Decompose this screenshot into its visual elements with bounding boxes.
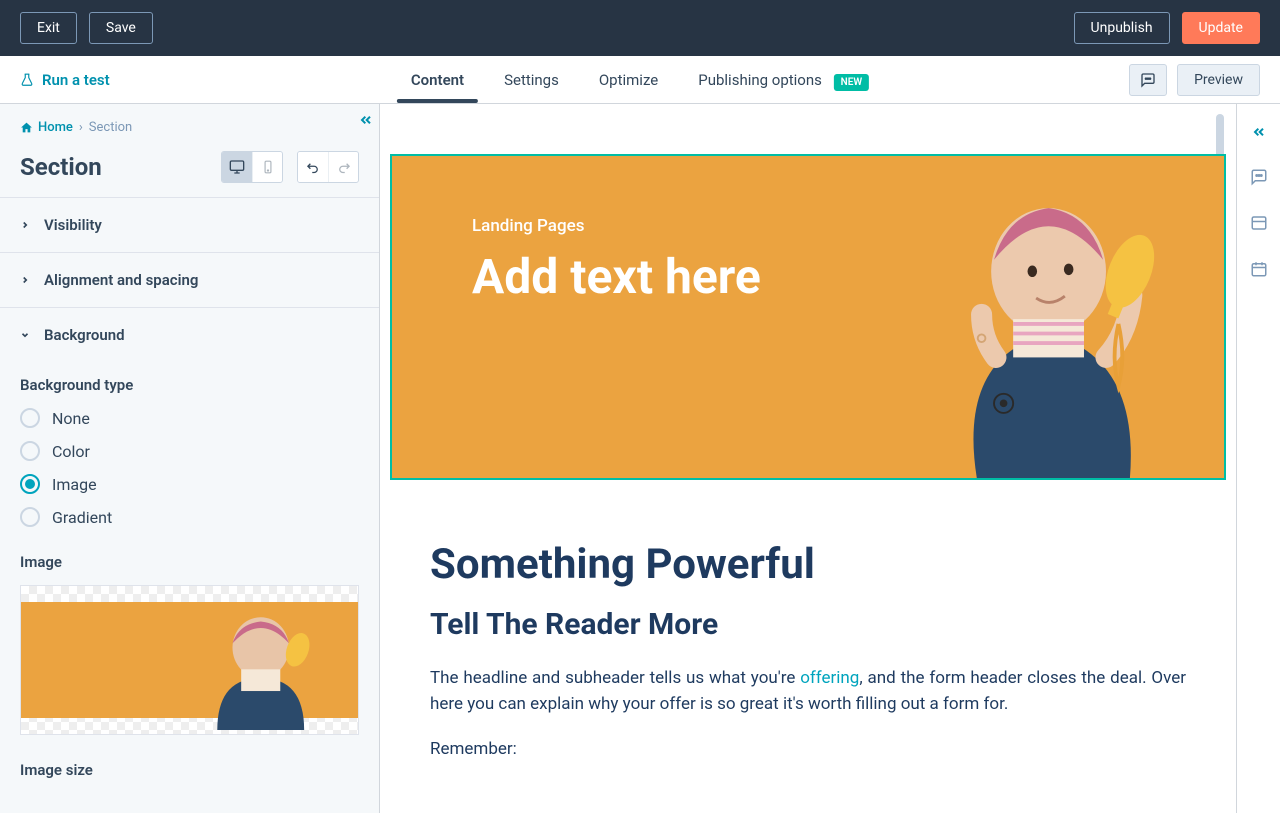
image-size-label: Image size <box>20 761 359 779</box>
para-text-a: The headline and subheader tells us what… <box>430 668 800 688</box>
radio-none[interactable]: None <box>20 408 359 428</box>
hero-section[interactable]: Landing Pages Add text here <box>390 154 1226 480</box>
background-panel: Background type None Color Image Gradien… <box>0 362 379 807</box>
comment-icon <box>1140 72 1156 88</box>
mobile-icon <box>261 160 275 174</box>
right-rail <box>1236 104 1280 813</box>
flask-icon <box>20 73 34 87</box>
hero-person-image <box>884 166 1194 478</box>
redo-button[interactable] <box>328 152 358 182</box>
accordion-alignment[interactable]: Alignment and spacing <box>0 253 379 308</box>
collapse-sidebar-button[interactable] <box>358 112 374 132</box>
undo-button[interactable] <box>298 152 328 182</box>
chevron-right-icon <box>20 220 30 230</box>
calendar-icon <box>1250 260 1268 278</box>
accordion-background[interactable]: Background <box>0 308 379 362</box>
main-area: Home › Section Section <box>0 104 1280 813</box>
run-test-link[interactable]: Run a test <box>20 71 110 89</box>
content-block[interactable]: Something Powerful Tell The Reader More … <box>380 480 1236 813</box>
tab-publishing[interactable]: Publishing options NEW <box>698 58 869 102</box>
undo-redo-group <box>297 151 359 183</box>
main-tabs: Content Settings Optimize Publishing opt… <box>411 58 869 102</box>
radio-none-label: None <box>52 409 90 428</box>
accordion-alignment-label: Alignment and spacing <box>44 271 198 289</box>
breadcrumb-home-label: Home <box>38 120 73 135</box>
image-preview[interactable] <box>20 585 359 735</box>
breadcrumb: Home › Section <box>0 104 379 151</box>
top-bar: Exit Save Unpublish Update <box>0 0 1280 56</box>
run-test-label: Run a test <box>42 71 110 89</box>
comment-icon <box>1250 168 1268 186</box>
home-icon <box>20 121 33 134</box>
desktop-icon <box>229 159 245 175</box>
section-title: Section <box>20 153 102 181</box>
undo-icon <box>306 160 321 175</box>
radio-gradient-label: Gradient <box>52 508 112 527</box>
bg-type-label: Background type <box>20 376 359 394</box>
offering-link[interactable]: offering <box>800 668 859 688</box>
tab-publishing-label: Publishing options <box>698 71 822 89</box>
tab-content[interactable]: Content <box>411 58 464 102</box>
radio-color[interactable]: Color <box>20 441 359 461</box>
content-h3[interactable]: Tell The Reader More <box>430 607 1186 642</box>
redo-icon <box>336 160 351 175</box>
save-button[interactable]: Save <box>89 12 153 44</box>
accordion-background-label: Background <box>44 326 125 344</box>
radio-color-label: Color <box>52 442 90 461</box>
desktop-toggle[interactable] <box>222 152 252 182</box>
canvas[interactable]: Landing Pages Add text here <box>380 104 1236 813</box>
preview-button[interactable]: Preview <box>1177 64 1260 96</box>
radio-image[interactable]: Image <box>20 474 359 494</box>
person-thumbnail-icon <box>163 602 358 730</box>
update-button[interactable]: Update <box>1182 12 1260 44</box>
device-toggle <box>221 151 283 183</box>
breadcrumb-current: Section <box>89 120 132 135</box>
radio-gradient[interactable]: Gradient <box>20 507 359 527</box>
accordion-visibility[interactable]: Visibility <box>0 198 379 253</box>
layout-icon <box>1250 214 1268 232</box>
chevron-double-left-icon <box>358 112 374 128</box>
chevron-right-icon <box>20 275 30 285</box>
sub-bar: Run a test Content Settings Optimize Pub… <box>0 56 1280 104</box>
rail-layout-button[interactable] <box>1250 214 1268 236</box>
content-remember[interactable]: Remember: <box>430 737 1186 763</box>
radio-image-label: Image <box>52 475 97 494</box>
chevron-right-icon: › <box>79 120 83 135</box>
unpublish-button[interactable]: Unpublish <box>1074 12 1170 44</box>
tab-optimize[interactable]: Optimize <box>599 58 658 102</box>
image-label: Image <box>20 553 359 571</box>
new-badge: NEW <box>834 74 870 91</box>
mobile-toggle[interactable] <box>252 152 282 182</box>
chevron-down-icon <box>20 330 30 340</box>
rail-comments-button[interactable] <box>1250 168 1268 190</box>
chevron-double-left-icon <box>1251 124 1267 140</box>
content-paragraph[interactable]: The headline and subheader tells us what… <box>430 666 1186 717</box>
collapse-rail-button[interactable] <box>1251 124 1267 144</box>
tab-settings[interactable]: Settings <box>504 58 559 102</box>
accordion-visibility-label: Visibility <box>44 216 102 234</box>
exit-button[interactable]: Exit <box>20 12 77 44</box>
content-h2[interactable]: Something Powerful <box>430 540 1186 589</box>
comment-button[interactable] <box>1129 64 1167 96</box>
left-sidebar: Home › Section Section <box>0 104 380 813</box>
breadcrumb-home[interactable]: Home <box>20 120 73 135</box>
rail-calendar-button[interactable] <box>1250 260 1268 282</box>
